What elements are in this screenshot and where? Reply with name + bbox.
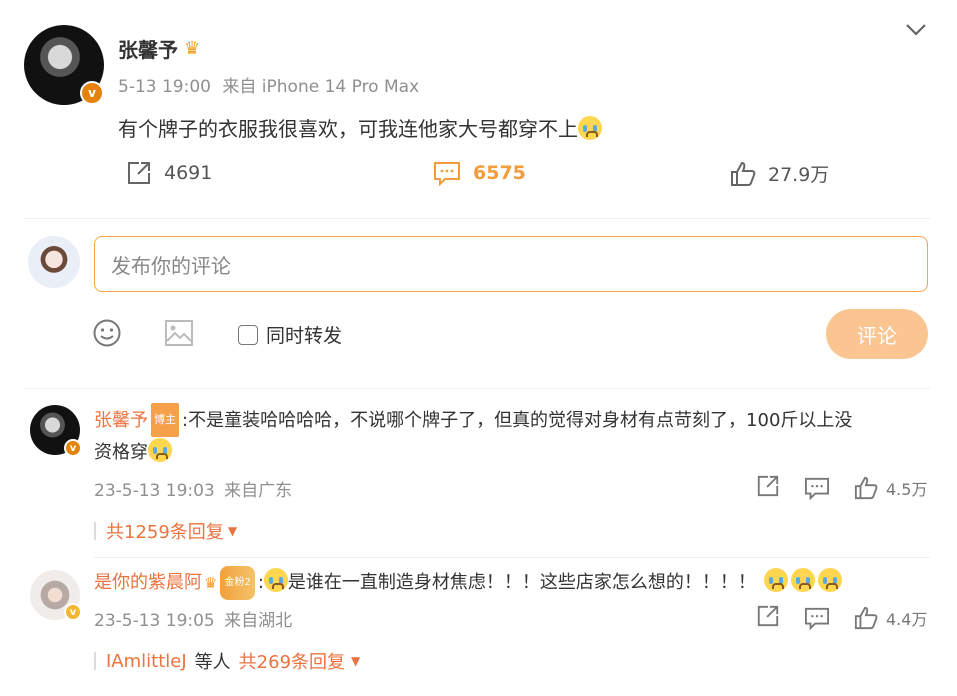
comment-meta: 23-5-13 19:03 来自广东 xyxy=(94,476,292,501)
replies-link[interactable]: 共1259条回复 ▼ xyxy=(94,518,237,544)
crying-emoji-icon xyxy=(263,568,288,592)
comment-share-button[interactable] xyxy=(756,604,780,632)
replies-count: 共1259条回复 xyxy=(106,522,224,543)
triangle-down-icon: ▼ xyxy=(227,524,238,538)
comment-count: 6575 xyxy=(473,162,526,184)
comment-like-count: 4.5万 xyxy=(886,480,928,499)
crown-icon: ♛ xyxy=(184,38,201,59)
also-repost-checkbox[interactable] xyxy=(238,324,258,345)
comment-time: 23-5-13 19:05 xyxy=(94,611,215,631)
crying-emoji-icon xyxy=(148,438,172,462)
comment-icon xyxy=(805,607,829,630)
comment-actions: 4.4万 xyxy=(756,604,927,632)
thumbs-up-icon xyxy=(854,476,878,500)
comment-like-count: 4.4万 xyxy=(886,610,928,629)
post-time[interactable]: 5-13 19:00 xyxy=(118,77,211,97)
share-icon xyxy=(757,475,779,497)
crying-emoji-icon xyxy=(763,568,788,592)
comment-actions: 4.5万 xyxy=(756,474,927,502)
reply-others-label: 等人 xyxy=(194,652,231,673)
comment-icon xyxy=(805,477,829,500)
like-count: 27.9万 xyxy=(768,164,830,186)
verified-badge: v xyxy=(64,439,82,457)
comment-text-cont: 资格穿 xyxy=(94,442,148,463)
comment-location: 来自湖北 xyxy=(224,611,293,631)
author-badge: 博主 xyxy=(151,403,179,437)
replies-count: 共269条回复 xyxy=(238,652,346,673)
image-upload-button[interactable] xyxy=(164,319,194,351)
post-meta: 5-13 19:00 来自 iPhone 14 Pro Max xyxy=(118,72,419,97)
divider xyxy=(94,557,930,558)
triangle-down-icon: ▼ xyxy=(351,654,361,668)
thumbs-up-icon xyxy=(731,161,756,186)
like-button[interactable]: 27.9万 xyxy=(730,160,829,187)
comment-input[interactable]: 发布你的评论 xyxy=(94,236,928,292)
comment-like-button[interactable]: 4.5万 xyxy=(854,476,927,500)
post-text-content: 有个牌子的衣服我很喜欢，可我连他家大号都穿不上 xyxy=(118,117,578,141)
chevron-down-icon[interactable] xyxy=(905,22,927,41)
comment-author[interactable]: 是你的紫晨阿 xyxy=(94,572,202,593)
current-user-avatar[interactable] xyxy=(28,236,80,288)
comment-input-placeholder: 发布你的评论 xyxy=(111,253,231,278)
author-name[interactable]: 张馨予 xyxy=(118,34,178,63)
reply-user[interactable]: IAmlittleJ xyxy=(106,651,187,672)
also-repost-label: 同时转发 xyxy=(266,325,343,347)
smiley-icon xyxy=(93,319,121,347)
divider xyxy=(24,218,930,219)
comment-body: 张馨予 博主:不是童装哈哈哈哈，不说哪个牌子了，但真的觉得对身材有点苛刻了，100… xyxy=(94,403,930,469)
comment-icon xyxy=(434,162,460,186)
also-repost-option[interactable]: 同时转发 xyxy=(238,321,342,348)
post-source: 来自 iPhone 14 Pro Max xyxy=(222,77,420,97)
comment-text: 是谁在一直制造身材焦虑！！！这些店家怎么想的！！！！ xyxy=(287,572,756,593)
fan-badge: 金粉2 xyxy=(220,566,255,600)
crown-icon: ♛ xyxy=(204,574,218,592)
comment-location: 来自广东 xyxy=(224,481,293,501)
submit-comment-button[interactable]: 评论 xyxy=(826,309,928,359)
verified-badge: v xyxy=(80,81,104,105)
comment-reply-button[interactable] xyxy=(804,606,830,630)
comment-share-button[interactable] xyxy=(756,474,780,502)
crying-emoji-icon xyxy=(817,568,842,592)
comment-text: :不是童装哈哈哈哈，不说哪个牌子了，但真的觉得对身材有点苛刻了，100斤以上没 xyxy=(182,410,853,431)
comment-time: 23-5-13 19:03 xyxy=(94,481,215,501)
comment-body: 是你的紫晨阿 ♛ 金粉2: 是谁在一直制造身材焦虑！！！这些店家怎么想的！！！！ xyxy=(94,566,930,600)
repost-button[interactable]: 4691 xyxy=(126,160,212,186)
comment-like-button[interactable]: 4.4万 xyxy=(854,606,927,630)
post-text: 有个牌子的衣服我很喜欢，可我连他家大号都穿不上 xyxy=(118,113,602,142)
comment-meta: 23-5-13 19:05 来自湖北 xyxy=(94,606,292,631)
verified-badge: v xyxy=(64,603,82,621)
repost-count: 4691 xyxy=(164,162,213,184)
replies-link[interactable]: IAmlittleJ 等人 共269条回复 ▼ xyxy=(94,648,360,674)
comment-reply-button[interactable] xyxy=(804,476,830,500)
crying-emoji-icon xyxy=(578,116,602,140)
image-icon xyxy=(165,320,193,346)
comment-button[interactable]: 6575 xyxy=(433,160,526,186)
comment-author[interactable]: 张馨予 xyxy=(94,410,148,431)
crying-emoji-icon xyxy=(790,568,815,592)
emoji-button[interactable] xyxy=(92,318,122,352)
divider xyxy=(24,388,930,389)
share-icon xyxy=(128,162,150,184)
share-icon xyxy=(757,605,779,627)
thumbs-up-icon xyxy=(854,606,878,630)
reply-bar xyxy=(94,522,96,540)
reply-bar xyxy=(94,652,96,670)
